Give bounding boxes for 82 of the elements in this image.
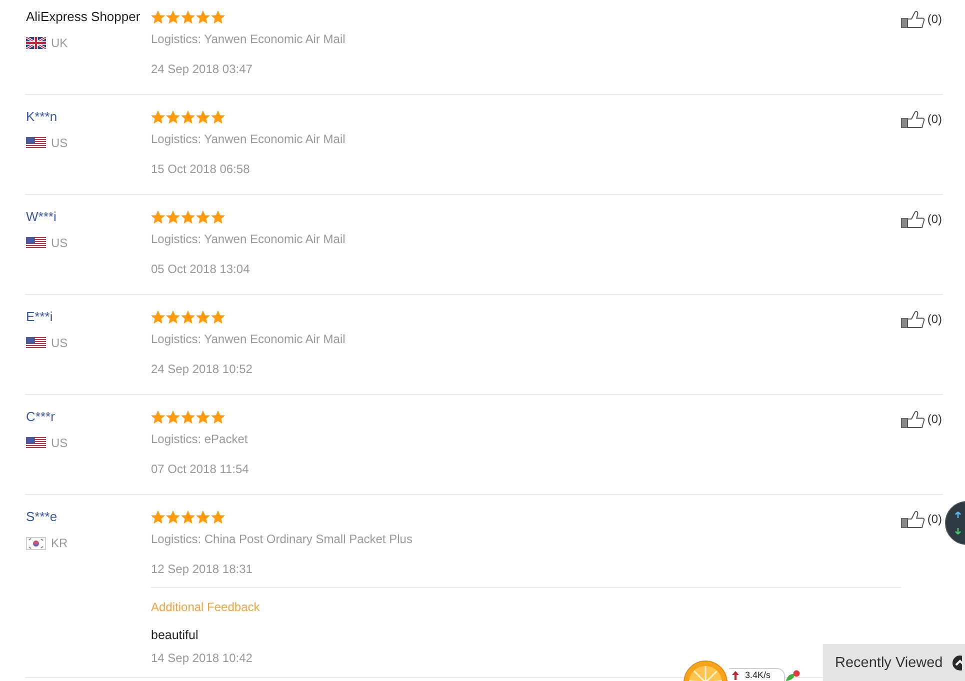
flag-icon	[26, 536, 46, 550]
flag-icon	[26, 337, 46, 349]
flag-icon	[26, 37, 46, 49]
reviewer-link[interactable]: K***n	[26, 108, 58, 126]
star-icon	[211, 410, 225, 424]
country-code: US	[51, 435, 68, 451]
upload-arrow-icon	[732, 670, 739, 680]
country-code: UK	[51, 35, 68, 51]
country-code: US	[51, 335, 68, 351]
star-icon	[166, 10, 180, 24]
recently-viewed-bar[interactable]: Recently Viewed	[823, 644, 965, 681]
feedback-date: 14 Sep 2018 10:42	[151, 650, 252, 666]
flag-icon	[26, 437, 46, 449]
logistics-text: Logistics: Yanwen Economic Air Mail	[151, 131, 346, 147]
logistics-text: Logistics: China Post Ordinary Small Packet Plus	[151, 531, 412, 547]
star-icon	[181, 210, 195, 224]
review-date: 15 Oct 2018 06:58	[151, 161, 250, 177]
feedback-text: beautiful	[151, 627, 198, 643]
review-date: 05 Oct 2018 13:04	[151, 261, 250, 277]
review-date: 07 Oct 2018 11:54	[151, 461, 249, 477]
logistics-text: Logistics: Yanwen Economic Air Mail	[151, 331, 346, 347]
fruit-slice-icon[interactable]	[683, 660, 728, 681]
star-icon	[151, 410, 165, 424]
star-icon	[211, 510, 225, 524]
star-icon	[151, 10, 165, 24]
country-code: KR	[51, 535, 68, 551]
review-date: 12 Sep 2018 18:31	[151, 561, 252, 577]
reviewer-link[interactable]: C***r	[26, 408, 55, 426]
star-icon	[196, 510, 210, 524]
like-button[interactable]: (0)	[901, 310, 942, 328]
thumbs-up-icon	[901, 10, 926, 28]
star-icon	[181, 110, 195, 124]
star-icon	[196, 210, 210, 224]
scroll-arrows-icon[interactable]	[945, 501, 965, 545]
star-icon	[166, 410, 180, 424]
star-icon	[181, 410, 195, 424]
star-icon	[181, 10, 195, 24]
star-icon	[196, 110, 210, 124]
logistics-text: Logistics: Yanwen Economic Air Mail	[151, 31, 346, 47]
thumbs-up-icon	[901, 310, 926, 328]
logistics-text: Logistics: Yanwen Economic Air Mail	[151, 231, 346, 247]
thumbs-up-icon	[901, 110, 926, 128]
star-icon	[151, 310, 165, 324]
chevron-up-icon	[952, 654, 962, 670]
country-code: US	[51, 235, 68, 251]
star-icon	[166, 310, 180, 324]
review-date: 24 Sep 2018 03:47	[151, 61, 252, 77]
star-icon	[151, 210, 165, 224]
star-icon	[211, 10, 225, 24]
country-code: US	[51, 135, 68, 151]
like-button[interactable]: (0)	[901, 510, 942, 528]
additional-feedback-heading: Additional Feedback	[151, 599, 260, 615]
reviewer-link[interactable]: W***i	[26, 208, 56, 226]
reviewer-name: AliExpress Shopper	[26, 8, 140, 26]
star-icon	[211, 110, 225, 124]
star-icon	[211, 210, 225, 224]
reviewer-link[interactable]: E***i	[26, 308, 53, 326]
like-button[interactable]: (0)	[901, 110, 942, 128]
flag-icon	[26, 137, 46, 149]
star-icon	[166, 510, 180, 524]
star-icon	[181, 510, 195, 524]
star-icon	[196, 310, 210, 324]
star-icon	[196, 410, 210, 424]
reviewer-link[interactable]: S***e	[26, 508, 58, 526]
star-icon	[166, 110, 180, 124]
star-icon	[166, 210, 180, 224]
star-icon	[151, 110, 165, 124]
star-icon	[151, 510, 165, 524]
logistics-text: Logistics: ePacket	[151, 431, 248, 447]
thumbs-up-icon	[901, 210, 926, 228]
thumbs-up-icon	[901, 410, 926, 428]
flag-icon	[26, 237, 46, 249]
like-button[interactable]: (0)	[901, 10, 942, 28]
like-button[interactable]: (0)	[901, 210, 942, 228]
leaf-icon	[786, 670, 800, 681]
like-button[interactable]: (0)	[901, 410, 942, 428]
review-date: 24 Sep 2018 10:52	[151, 361, 252, 377]
upload-speed-text: 3.4K/s	[745, 670, 771, 680]
star-icon	[211, 310, 225, 324]
star-icon	[181, 310, 195, 324]
thumbs-up-icon	[901, 510, 926, 528]
star-icon	[196, 10, 210, 24]
